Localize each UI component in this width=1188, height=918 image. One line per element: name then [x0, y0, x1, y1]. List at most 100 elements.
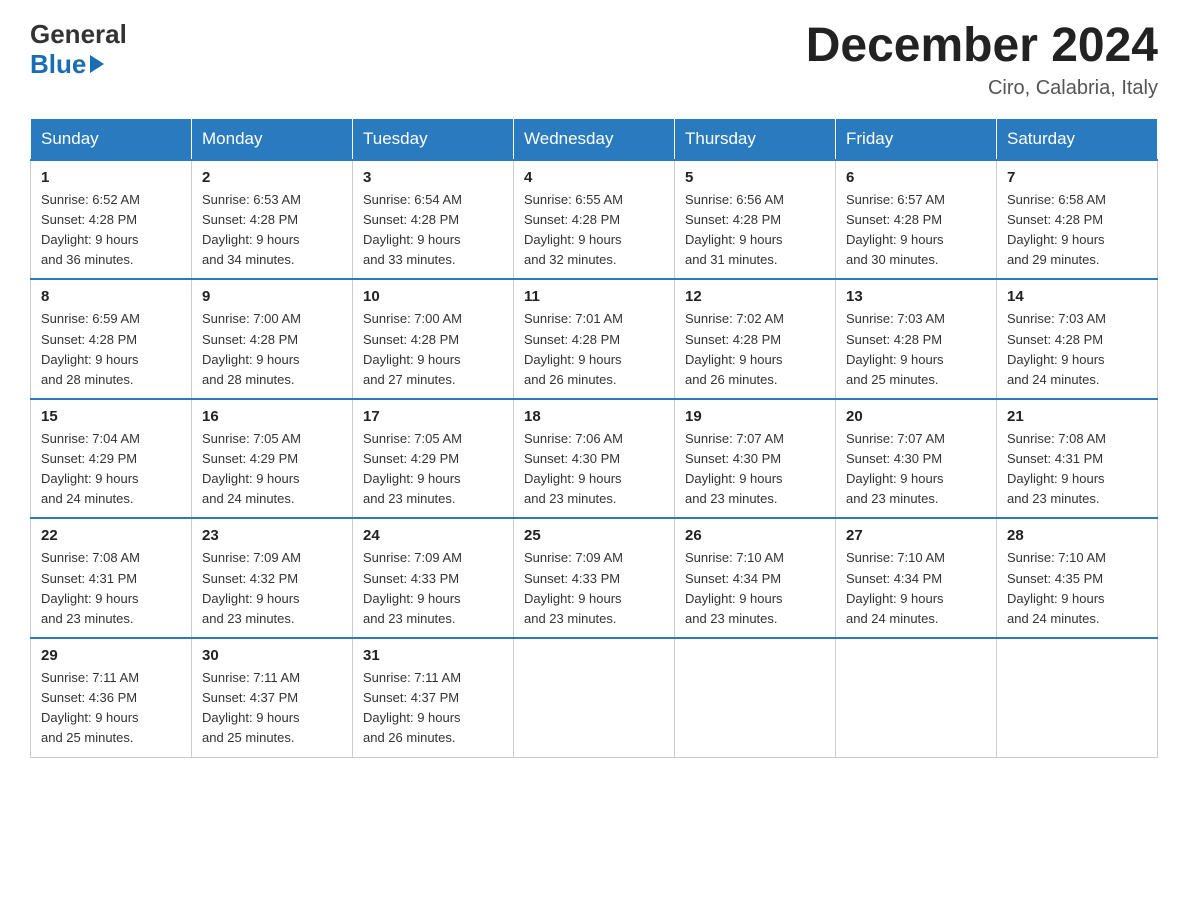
day-info: Sunrise: 7:01 AMSunset: 4:28 PMDaylight:…	[524, 311, 623, 386]
day-info: Sunrise: 7:05 AMSunset: 4:29 PMDaylight:…	[363, 431, 462, 506]
weekday-header-saturday: Saturday	[997, 118, 1158, 160]
calendar-cell	[997, 638, 1158, 757]
day-number: 21	[1007, 408, 1147, 425]
weekday-header-sunday: Sunday	[31, 118, 192, 160]
day-number: 9	[202, 288, 342, 305]
day-info: Sunrise: 7:11 AMSunset: 4:37 PMDaylight:…	[202, 670, 300, 745]
calendar-cell: 30 Sunrise: 7:11 AMSunset: 4:37 PMDaylig…	[192, 638, 353, 757]
day-number: 4	[524, 169, 664, 186]
day-number: 11	[524, 288, 664, 305]
day-number: 19	[685, 408, 825, 425]
day-info: Sunrise: 7:07 AMSunset: 4:30 PMDaylight:…	[846, 431, 945, 506]
calendar-cell: 26 Sunrise: 7:10 AMSunset: 4:34 PMDaylig…	[675, 518, 836, 638]
weekday-header-monday: Monday	[192, 118, 353, 160]
calendar-cell: 8 Sunrise: 6:59 AMSunset: 4:28 PMDayligh…	[31, 279, 192, 399]
weekday-header-wednesday: Wednesday	[514, 118, 675, 160]
weekday-header-thursday: Thursday	[675, 118, 836, 160]
day-number: 13	[846, 288, 986, 305]
day-info: Sunrise: 7:03 AMSunset: 4:28 PMDaylight:…	[1007, 311, 1106, 386]
calendar-cell: 20 Sunrise: 7:07 AMSunset: 4:30 PMDaylig…	[836, 399, 997, 519]
day-info: Sunrise: 6:52 AMSunset: 4:28 PMDaylight:…	[41, 192, 140, 267]
day-info: Sunrise: 6:59 AMSunset: 4:28 PMDaylight:…	[41, 311, 140, 386]
day-info: Sunrise: 7:09 AMSunset: 4:33 PMDaylight:…	[363, 550, 462, 625]
calendar-cell	[514, 638, 675, 757]
logo: General Blue	[30, 20, 127, 80]
calendar-week-1: 1 Sunrise: 6:52 AMSunset: 4:28 PMDayligh…	[31, 160, 1158, 280]
day-number: 15	[41, 408, 181, 425]
day-number: 25	[524, 527, 664, 544]
day-info: Sunrise: 7:03 AMSunset: 4:28 PMDaylight:…	[846, 311, 945, 386]
day-info: Sunrise: 6:53 AMSunset: 4:28 PMDaylight:…	[202, 192, 301, 267]
calendar-cell: 3 Sunrise: 6:54 AMSunset: 4:28 PMDayligh…	[353, 160, 514, 280]
day-number: 10	[363, 288, 503, 305]
page-header: General Blue December 2024 Ciro, Calabri…	[30, 20, 1158, 100]
day-number: 20	[846, 408, 986, 425]
day-number: 24	[363, 527, 503, 544]
day-number: 3	[363, 169, 503, 186]
calendar-cell: 1 Sunrise: 6:52 AMSunset: 4:28 PMDayligh…	[31, 160, 192, 280]
day-info: Sunrise: 6:58 AMSunset: 4:28 PMDaylight:…	[1007, 192, 1106, 267]
calendar-cell: 27 Sunrise: 7:10 AMSunset: 4:34 PMDaylig…	[836, 518, 997, 638]
day-number: 22	[41, 527, 181, 544]
day-number: 31	[363, 647, 503, 664]
calendar-cell: 19 Sunrise: 7:07 AMSunset: 4:30 PMDaylig…	[675, 399, 836, 519]
calendar-cell: 14 Sunrise: 7:03 AMSunset: 4:28 PMDaylig…	[997, 279, 1158, 399]
day-number: 30	[202, 647, 342, 664]
day-number: 14	[1007, 288, 1147, 305]
calendar-cell	[836, 638, 997, 757]
calendar-cell: 7 Sunrise: 6:58 AMSunset: 4:28 PMDayligh…	[997, 160, 1158, 280]
calendar-cell: 31 Sunrise: 7:11 AMSunset: 4:37 PMDaylig…	[353, 638, 514, 757]
calendar-cell: 13 Sunrise: 7:03 AMSunset: 4:28 PMDaylig…	[836, 279, 997, 399]
calendar-cell: 9 Sunrise: 7:00 AMSunset: 4:28 PMDayligh…	[192, 279, 353, 399]
weekday-header-friday: Friday	[836, 118, 997, 160]
day-number: 12	[685, 288, 825, 305]
day-info: Sunrise: 6:57 AMSunset: 4:28 PMDaylight:…	[846, 192, 945, 267]
day-info: Sunrise: 7:00 AMSunset: 4:28 PMDaylight:…	[363, 311, 462, 386]
day-number: 16	[202, 408, 342, 425]
day-info: Sunrise: 6:55 AMSunset: 4:28 PMDaylight:…	[524, 192, 623, 267]
calendar-week-5: 29 Sunrise: 7:11 AMSunset: 4:36 PMDaylig…	[31, 638, 1158, 757]
day-info: Sunrise: 7:11 AMSunset: 4:37 PMDaylight:…	[363, 670, 461, 745]
calendar-cell: 10 Sunrise: 7:00 AMSunset: 4:28 PMDaylig…	[353, 279, 514, 399]
calendar-cell: 28 Sunrise: 7:10 AMSunset: 4:35 PMDaylig…	[997, 518, 1158, 638]
day-info: Sunrise: 7:00 AMSunset: 4:28 PMDaylight:…	[202, 311, 301, 386]
location-text: Ciro, Calabria, Italy	[806, 77, 1158, 100]
day-info: Sunrise: 7:08 AMSunset: 4:31 PMDaylight:…	[1007, 431, 1106, 506]
day-number: 1	[41, 169, 181, 186]
day-info: Sunrise: 7:09 AMSunset: 4:33 PMDaylight:…	[524, 550, 623, 625]
day-info: Sunrise: 7:05 AMSunset: 4:29 PMDaylight:…	[202, 431, 301, 506]
day-number: 27	[846, 527, 986, 544]
day-number: 18	[524, 408, 664, 425]
calendar-cell: 4 Sunrise: 6:55 AMSunset: 4:28 PMDayligh…	[514, 160, 675, 280]
day-info: Sunrise: 7:10 AMSunset: 4:35 PMDaylight:…	[1007, 550, 1106, 625]
calendar-cell: 22 Sunrise: 7:08 AMSunset: 4:31 PMDaylig…	[31, 518, 192, 638]
calendar-cell: 24 Sunrise: 7:09 AMSunset: 4:33 PMDaylig…	[353, 518, 514, 638]
calendar-week-3: 15 Sunrise: 7:04 AMSunset: 4:29 PMDaylig…	[31, 399, 1158, 519]
calendar-cell: 25 Sunrise: 7:09 AMSunset: 4:33 PMDaylig…	[514, 518, 675, 638]
calendar-cell: 12 Sunrise: 7:02 AMSunset: 4:28 PMDaylig…	[675, 279, 836, 399]
calendar-cell: 16 Sunrise: 7:05 AMSunset: 4:29 PMDaylig…	[192, 399, 353, 519]
calendar-week-2: 8 Sunrise: 6:59 AMSunset: 4:28 PMDayligh…	[31, 279, 1158, 399]
day-info: Sunrise: 7:10 AMSunset: 4:34 PMDaylight:…	[685, 550, 784, 625]
title-block: December 2024 Ciro, Calabria, Italy	[806, 20, 1158, 100]
calendar-table: SundayMondayTuesdayWednesdayThursdayFrid…	[30, 118, 1158, 758]
weekday-header-tuesday: Tuesday	[353, 118, 514, 160]
calendar-cell: 18 Sunrise: 7:06 AMSunset: 4:30 PMDaylig…	[514, 399, 675, 519]
day-info: Sunrise: 7:02 AMSunset: 4:28 PMDaylight:…	[685, 311, 784, 386]
calendar-cell: 6 Sunrise: 6:57 AMSunset: 4:28 PMDayligh…	[836, 160, 997, 280]
calendar-cell: 5 Sunrise: 6:56 AMSunset: 4:28 PMDayligh…	[675, 160, 836, 280]
calendar-cell: 23 Sunrise: 7:09 AMSunset: 4:32 PMDaylig…	[192, 518, 353, 638]
logo-general-text: General	[30, 20, 127, 49]
day-number: 5	[685, 169, 825, 186]
day-number: 28	[1007, 527, 1147, 544]
day-info: Sunrise: 7:08 AMSunset: 4:31 PMDaylight:…	[41, 550, 140, 625]
logo-triangle-icon	[90, 55, 104, 73]
day-number: 6	[846, 169, 986, 186]
day-number: 29	[41, 647, 181, 664]
day-info: Sunrise: 7:11 AMSunset: 4:36 PMDaylight:…	[41, 670, 139, 745]
day-number: 8	[41, 288, 181, 305]
day-info: Sunrise: 7:06 AMSunset: 4:30 PMDaylight:…	[524, 431, 623, 506]
day-info: Sunrise: 7:10 AMSunset: 4:34 PMDaylight:…	[846, 550, 945, 625]
calendar-cell	[675, 638, 836, 757]
day-number: 17	[363, 408, 503, 425]
